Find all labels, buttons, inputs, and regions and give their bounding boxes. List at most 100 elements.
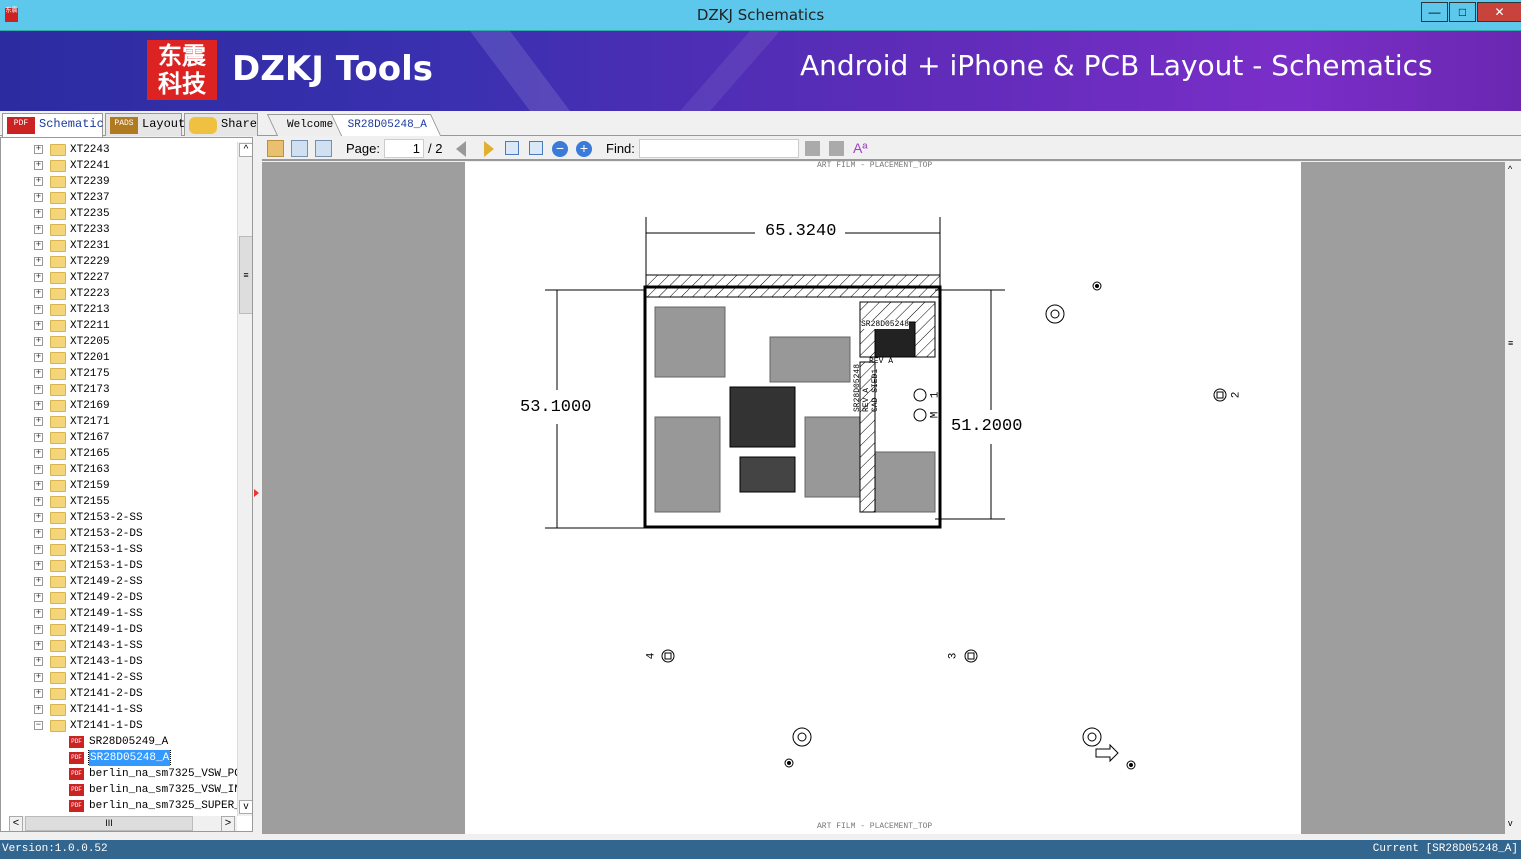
close-button[interactable]: ✕ bbox=[1477, 2, 1521, 22]
expand-icon[interactable]: + bbox=[34, 161, 43, 170]
minimize-button[interactable]: — bbox=[1421, 2, 1448, 22]
scroll-left-icon[interactable]: < bbox=[9, 816, 23, 831]
tree-folder[interactable]: + XT2149-2-DS bbox=[1, 590, 237, 606]
scroll-down-icon[interactable]: v bbox=[239, 800, 252, 814]
expand-icon[interactable]: + bbox=[34, 449, 43, 458]
tree-folder[interactable]: + XT2201 bbox=[1, 350, 237, 366]
tree-folder[interactable]: + XT2155 bbox=[1, 494, 237, 510]
tab-sr28d05248[interactable]: SR28D05248_A× bbox=[330, 114, 442, 152]
tree-folder[interactable]: + XT2153-2-SS bbox=[1, 510, 237, 526]
maximize-button[interactable]: □ bbox=[1449, 2, 1476, 22]
expand-icon[interactable]: + bbox=[34, 641, 43, 650]
tree-folder[interactable]: + XT2241 bbox=[1, 158, 237, 174]
tree-file[interactable]: PDF SR28D05248_A bbox=[1, 750, 237, 766]
tree-file[interactable]: PDF berlin_na_sm7325_VSW_INDA bbox=[1, 782, 237, 798]
expand-icon[interactable]: + bbox=[34, 401, 43, 410]
tree-folder[interactable]: + XT2165 bbox=[1, 446, 237, 462]
tab-schematic[interactable]: PDF Schematic bbox=[2, 113, 104, 137]
tree-folder-expanded[interactable]: − XT2141-1-DS bbox=[1, 718, 237, 734]
tree-vertical-scrollbar[interactable]: ^ ≡ v bbox=[237, 142, 252, 816]
expand-icon[interactable]: + bbox=[34, 209, 43, 218]
expand-icon[interactable]: + bbox=[34, 577, 43, 586]
scroll-up-icon[interactable]: ^ bbox=[239, 143, 252, 157]
scroll-thumb[interactable]: III bbox=[25, 816, 193, 831]
expand-icon[interactable]: + bbox=[34, 625, 43, 634]
expand-icon[interactable]: + bbox=[34, 193, 43, 202]
expand-icon[interactable]: + bbox=[34, 593, 43, 602]
expand-icon[interactable]: + bbox=[34, 177, 43, 186]
expand-icon[interactable]: + bbox=[34, 433, 43, 442]
tree-folder[interactable]: + XT2213 bbox=[1, 302, 237, 318]
expand-icon[interactable]: + bbox=[34, 225, 43, 234]
tree-folder[interactable]: + XT2141-2-SS bbox=[1, 670, 237, 686]
tree-file[interactable]: PDF berlin_na_sm7325_SUPER_NA bbox=[1, 798, 237, 814]
expand-icon[interactable]: + bbox=[34, 481, 43, 490]
tab-share[interactable]: Share bbox=[184, 113, 258, 136]
tree-folder[interactable]: + XT2173 bbox=[1, 382, 237, 398]
tree-folder[interactable]: + XT2243 bbox=[1, 142, 237, 158]
tree-folder[interactable]: + XT2153-1-DS bbox=[1, 558, 237, 574]
tree-folder[interactable]: + XT2233 bbox=[1, 222, 237, 238]
expand-icon[interactable]: + bbox=[34, 353, 43, 362]
tree-folder[interactable]: + XT2163 bbox=[1, 462, 237, 478]
tree-folder[interactable]: + XT2153-2-DS bbox=[1, 526, 237, 542]
expand-icon[interactable]: + bbox=[34, 321, 43, 330]
expand-icon[interactable]: + bbox=[34, 417, 43, 426]
tree-folder[interactable]: + XT2237 bbox=[1, 190, 237, 206]
expand-icon[interactable]: + bbox=[34, 609, 43, 618]
match-case-icon[interactable]: Aª bbox=[853, 140, 870, 157]
expand-icon[interactable]: + bbox=[34, 385, 43, 394]
tree-folder[interactable]: + XT2229 bbox=[1, 254, 237, 270]
collapse-arrow-icon[interactable] bbox=[254, 489, 259, 497]
fit-width-icon[interactable] bbox=[505, 141, 519, 155]
expand-icon[interactable]: + bbox=[34, 705, 43, 714]
expand-icon[interactable]: + bbox=[34, 145, 43, 154]
document-viewer[interactable]: ART FILM - PLACEMENT_TOP ART FILM - PLAC… bbox=[262, 161, 1505, 834]
expand-icon[interactable]: + bbox=[34, 529, 43, 538]
viewer-vertical-scrollbar[interactable]: ^ ≡ v bbox=[1505, 162, 1521, 834]
find-previous-icon[interactable] bbox=[805, 141, 820, 156]
fit-page-icon[interactable] bbox=[529, 141, 543, 155]
tree-folder[interactable]: + XT2159 bbox=[1, 478, 237, 494]
tree-folder[interactable]: + XT2153-1-SS bbox=[1, 542, 237, 558]
tree-folder[interactable]: + XT2227 bbox=[1, 270, 237, 286]
next-page-icon[interactable] bbox=[484, 141, 494, 157]
tree-horizontal-scrollbar[interactable]: < III > bbox=[9, 816, 237, 831]
expand-icon[interactable]: + bbox=[34, 337, 43, 346]
tree-folder[interactable]: + XT2231 bbox=[1, 238, 237, 254]
scroll-right-icon[interactable]: > bbox=[221, 816, 235, 831]
expand-icon[interactable]: + bbox=[34, 513, 43, 522]
tab-layout[interactable]: PADS Layout bbox=[105, 113, 185, 136]
open-icon[interactable] bbox=[267, 140, 284, 157]
scroll-up-icon[interactable]: ^ bbox=[1508, 164, 1512, 174]
splitter[interactable] bbox=[253, 137, 261, 832]
tree-folder[interactable]: + XT2223 bbox=[1, 286, 237, 302]
expand-icon[interactable]: + bbox=[34, 273, 43, 282]
collapse-icon[interactable]: − bbox=[34, 721, 43, 730]
tree-folder[interactable]: + XT2143-1-SS bbox=[1, 638, 237, 654]
expand-icon[interactable]: + bbox=[34, 689, 43, 698]
expand-icon[interactable]: + bbox=[34, 545, 43, 554]
tree-folder[interactable]: + XT2211 bbox=[1, 318, 237, 334]
zoom-out-icon[interactable]: − bbox=[552, 141, 568, 157]
find-next-icon[interactable] bbox=[829, 141, 844, 156]
prev-page-icon[interactable] bbox=[456, 141, 466, 157]
tree-file[interactable]: PDF berlin_na_sm7325_VSW_POST bbox=[1, 766, 237, 782]
scroll-down-icon[interactable]: v bbox=[1508, 818, 1513, 828]
tree-folder[interactable]: + XT2141-2-DS bbox=[1, 686, 237, 702]
expand-icon[interactable]: + bbox=[34, 241, 43, 250]
tree-folder[interactable]: + XT2205 bbox=[1, 334, 237, 350]
tree-folder[interactable]: + XT2175 bbox=[1, 366, 237, 382]
expand-icon[interactable]: + bbox=[34, 673, 43, 682]
find-input[interactable] bbox=[639, 139, 799, 158]
paste-page-icon[interactable] bbox=[315, 140, 332, 157]
zoom-in-icon[interactable]: + bbox=[576, 141, 592, 157]
expand-icon[interactable]: + bbox=[34, 561, 43, 570]
scroll-thumb[interactable]: ≡ bbox=[239, 236, 252, 314]
tree-folder[interactable]: + XT2141-1-SS bbox=[1, 702, 237, 718]
page-input[interactable] bbox=[384, 139, 424, 158]
expand-icon[interactable]: + bbox=[34, 305, 43, 314]
tree-folder[interactable]: + XT2167 bbox=[1, 430, 237, 446]
tree-folder[interactable]: + XT2239 bbox=[1, 174, 237, 190]
tree-file[interactable]: PDF SR28D05249_A bbox=[1, 734, 237, 750]
